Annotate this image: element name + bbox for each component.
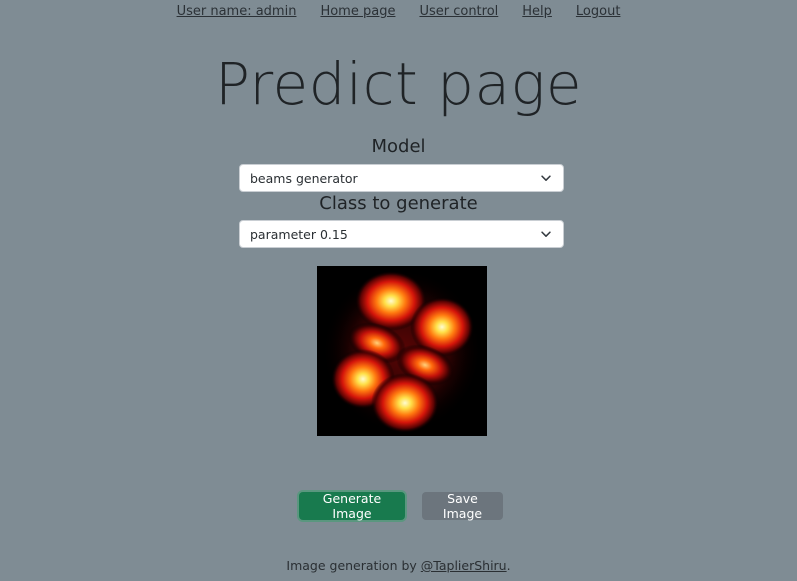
nav-home-page[interactable]: Home page [320, 4, 395, 19]
beam-pattern-image [317, 266, 487, 436]
page-title: Predict page [214, 50, 583, 118]
footer-author-link[interactable]: @TaplierShiru [421, 558, 507, 573]
footer-text: Image generation by [286, 558, 421, 573]
generated-image [317, 266, 487, 436]
nav-user-control[interactable]: User control [419, 4, 498, 19]
model-label: Model [371, 136, 426, 157]
footer-suffix: . [506, 558, 511, 573]
class-select[interactable]: parameter 0.15 [239, 220, 564, 248]
model-select-value: beams generator [250, 170, 358, 186]
model-select[interactable]: beams generator [239, 164, 564, 192]
nav-logout[interactable]: Logout [576, 4, 621, 19]
class-select-value: parameter 0.15 [250, 226, 348, 242]
chevron-down-icon [541, 175, 551, 181]
nav-user-name[interactable]: User name: admin [177, 4, 297, 19]
top-nav: User name: admin Home page User control … [0, 4, 797, 19]
generate-image-button[interactable]: Generate Image [299, 491, 405, 521]
save-image-button[interactable]: Save Image [422, 491, 503, 521]
chevron-down-icon [541, 231, 551, 237]
footer: Image generation by @TaplierShiru. [0, 558, 797, 573]
class-label: Class to generate [319, 193, 478, 214]
nav-help[interactable]: Help [522, 4, 552, 19]
